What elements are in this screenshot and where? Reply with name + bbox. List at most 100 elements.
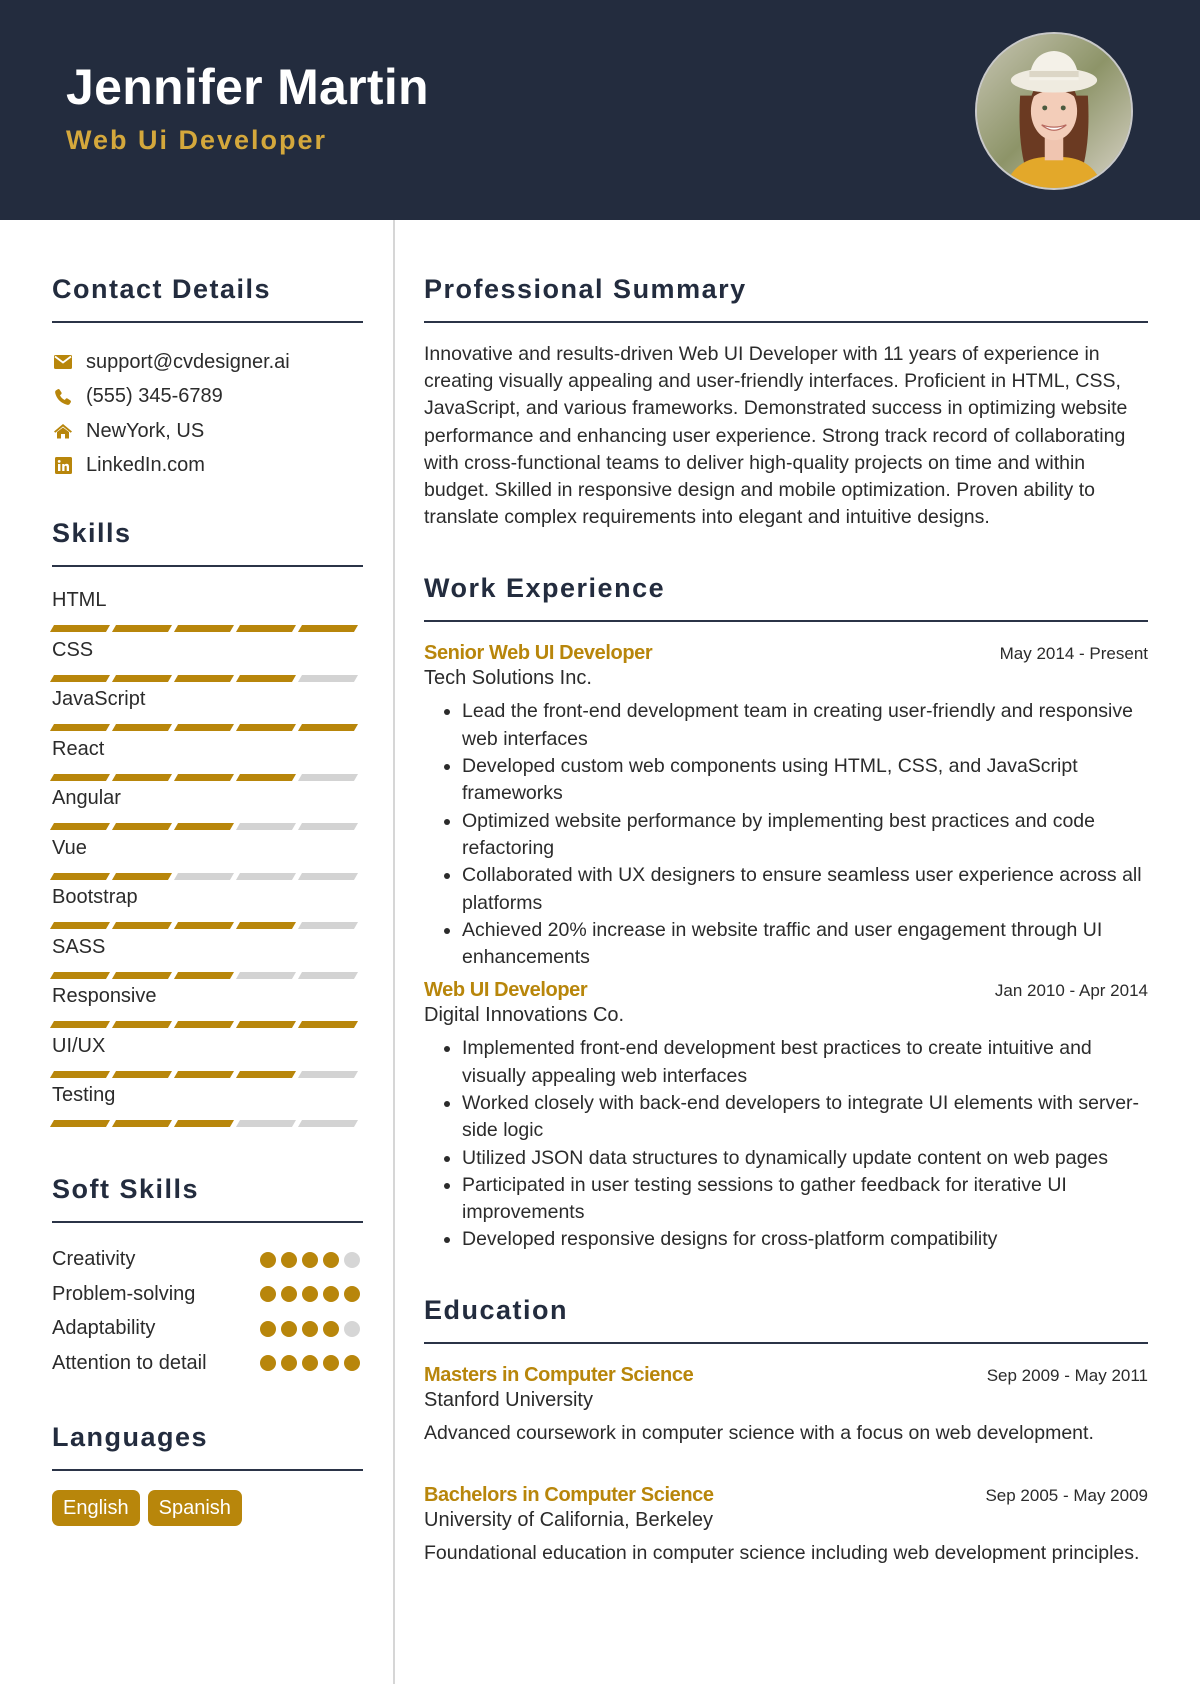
- skill-segment-empty: [297, 674, 359, 682]
- contact-phone[interactable]: (555) 345-6789: [52, 380, 363, 415]
- skill-segment-empty: [297, 1120, 359, 1127]
- skill-segment-empty: [235, 971, 297, 979]
- rating-dot-filled: [281, 1320, 297, 1337]
- job-bullet: Collaborated with UX designers to ensure…: [462, 862, 1148, 917]
- summary-heading: Professional Summary: [424, 274, 747, 304]
- job-bullets: Implemented front-end development best p…: [424, 1035, 1148, 1253]
- job-bullet: Implemented front-end development best p…: [462, 1035, 1148, 1090]
- contact-linkedin[interactable]: LinkedIn.com: [52, 449, 363, 484]
- soft-skill-item: Adaptability: [52, 1312, 363, 1347]
- skill-segment-filled: [111, 1120, 173, 1127]
- language-badge: English: [52, 1489, 140, 1526]
- skill-segment-filled: [49, 872, 111, 880]
- skill-item: Bootstrap: [49, 884, 363, 934]
- skill-segment-filled: [297, 1021, 359, 1028]
- rating-dot-filled: [344, 1286, 360, 1303]
- contact-email-text: support@cvdesigner.ai: [86, 350, 290, 373]
- skill-item: Testing: [49, 1082, 363, 1132]
- soft-skill-rating: [260, 1355, 360, 1372]
- job-dates: May 2014 - Present: [999, 644, 1148, 664]
- skill-segment-empty: [297, 971, 359, 979]
- work-experience-section: Work Experience Senior Web UI Developer …: [424, 569, 1148, 1253]
- education-dates: Sep 2005 - May 2009: [985, 1486, 1148, 1506]
- linkedin-icon: [52, 455, 74, 477]
- skill-name: Angular: [52, 787, 121, 809]
- skill-segment-filled: [173, 674, 235, 682]
- skill-level-bar: [49, 674, 363, 682]
- phone-icon: [52, 386, 74, 408]
- rating-dot-filled: [323, 1286, 339, 1303]
- contact-linkedin-text: LinkedIn.com: [86, 454, 205, 477]
- profile-photo-illustration: [977, 34, 1131, 188]
- skill-segment-filled: [49, 1021, 111, 1028]
- job-entry: Web UI Developer Jan 2010 - Apr 2014 Dig…: [424, 979, 1148, 1253]
- degree: Masters in Computer Science: [424, 1363, 694, 1386]
- skill-segment-filled: [173, 773, 235, 781]
- rating-dot-filled: [302, 1355, 318, 1372]
- skill-segment-filled: [173, 1021, 235, 1028]
- skill-level-bar: [49, 724, 363, 731]
- skill-segment-filled: [111, 872, 173, 880]
- work-heading: Work Experience: [424, 573, 666, 604]
- soft-skill-name: Creativity: [52, 1248, 136, 1271]
- skill-segment-empty: [297, 823, 359, 830]
- rating-dot-filled: [344, 1355, 360, 1372]
- skill-segment-filled: [49, 1070, 111, 1078]
- skill-segment-filled: [173, 1070, 235, 1078]
- skill-segment-filled: [173, 971, 235, 979]
- skills-section: Skills HTML CSS JavaScript React Angular Vue B…: [49, 514, 363, 1132]
- skill-segment-empty: [173, 872, 235, 880]
- rating-dot-empty: [344, 1320, 360, 1337]
- skill-segment-filled: [297, 625, 359, 632]
- skill-item: HTML: [49, 587, 363, 637]
- rating-dot-filled: [260, 1286, 276, 1303]
- skill-item: JavaScript: [49, 686, 363, 736]
- rating-dot-filled: [260, 1251, 276, 1268]
- job-bullet: Lead the front-end development team in c…: [462, 698, 1148, 753]
- skill-segment-filled: [235, 674, 297, 682]
- rating-dot-filled: [260, 1320, 276, 1337]
- contact-email[interactable]: support@cvdesigner.ai: [52, 345, 363, 380]
- skill-segment-filled: [111, 773, 173, 781]
- soft-skill-name: Attention to detail: [52, 1351, 207, 1374]
- skill-segment-filled: [173, 724, 235, 731]
- candidate-name: Jennifer Martin: [66, 59, 429, 115]
- contact-location-text: NewYork, US: [86, 419, 205, 442]
- skill-segment-empty: [235, 1120, 297, 1127]
- summary-section: Professional Summary Innovative and resu…: [424, 270, 1148, 531]
- languages-list: English Spanish: [52, 1489, 363, 1526]
- skill-segment-filled: [235, 1070, 297, 1078]
- education-entry: Bachelors in Computer Science Sep 2005 -…: [424, 1484, 1148, 1568]
- job-company: Tech Solutions Inc.: [424, 667, 592, 690]
- soft-skills-heading: Soft Skills: [52, 1173, 200, 1204]
- skill-level-bar: [49, 823, 363, 830]
- rating-dot-filled: [281, 1355, 297, 1372]
- rating-dot-empty: [344, 1251, 360, 1268]
- section-divider: [424, 321, 1148, 323]
- skill-segment-filled: [111, 674, 173, 682]
- soft-skill-rating: [260, 1320, 360, 1337]
- degree: Bachelors in Computer Science: [424, 1484, 714, 1507]
- skill-item: React: [49, 736, 363, 786]
- skill-segment-filled: [111, 823, 173, 830]
- skill-level-bar: [49, 872, 363, 880]
- skill-segment-filled: [235, 625, 297, 632]
- skill-segment-empty: [297, 922, 359, 929]
- rating-dot-filled: [323, 1355, 339, 1372]
- skill-segment-filled: [235, 773, 297, 781]
- skill-segment-filled: [49, 674, 111, 682]
- left-column: Contact Details support@cvdesigner.ai (5…: [49, 270, 363, 1526]
- education-entry: Masters in Computer Science Sep 2009 - M…: [424, 1364, 1148, 1448]
- summary-text: Innovative and results-driven Web UI Dev…: [424, 343, 1128, 529]
- section-divider: [52, 565, 363, 567]
- languages-section: Languages English Spanish: [52, 1418, 363, 1526]
- skill-name: Bootstrap: [52, 886, 138, 908]
- contact-list: support@cvdesigner.ai (555) 345-6789 New…: [52, 345, 363, 483]
- soft-skill-name: Problem-solving: [52, 1282, 196, 1305]
- soft-skill-name: Adaptability: [52, 1317, 156, 1340]
- soft-skill-item: Creativity: [52, 1243, 363, 1278]
- rating-dot-filled: [302, 1251, 318, 1268]
- resume-header: Jennifer Martin Web Ui Developer: [0, 0, 1200, 220]
- school: Stanford University: [424, 1388, 593, 1411]
- skill-segment-empty: [235, 872, 297, 880]
